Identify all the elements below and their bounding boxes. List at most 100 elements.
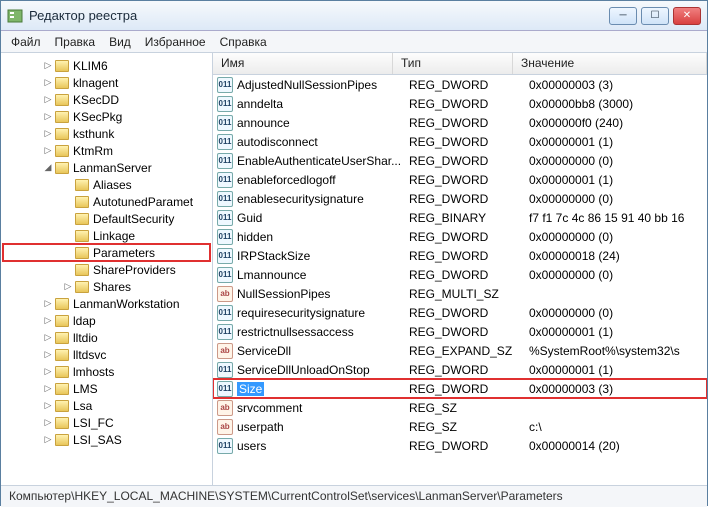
expander-icon[interactable]: ▷ xyxy=(43,129,53,139)
tree-item-klim6[interactable]: ▷KLIM6 xyxy=(3,57,210,74)
expander-icon[interactable] xyxy=(63,248,73,258)
expander-icon[interactable]: ▷ xyxy=(43,78,53,88)
menu-edit[interactable]: Правка xyxy=(55,35,96,49)
expander-icon[interactable] xyxy=(63,231,73,241)
tree-item-lltdsvc[interactable]: ▷lltdsvc xyxy=(3,346,210,363)
tree-item-lltdio[interactable]: ▷ lltdio xyxy=(3,329,210,346)
col-name[interactable]: Имя xyxy=(213,53,393,74)
tree-item-ksecpkg[interactable]: ▷ KSecPkg xyxy=(3,108,210,125)
tree-item-aliases[interactable]: Aliases xyxy=(3,176,210,193)
folder-icon xyxy=(55,434,69,446)
value-row[interactable]: 011ServiceDllUnloadOnStopREG_DWORD0x0000… xyxy=(213,360,707,379)
value-row[interactable]: 011AdjustedNullSessionPipesREG_DWORD0x00… xyxy=(213,75,707,94)
expander-icon[interactable]: ▷ xyxy=(43,316,53,326)
value-row[interactable]: abuserpathREG_SZc:\ xyxy=(213,417,707,436)
value-row[interactable]: 011usersREG_DWORD0x00000014 (20) xyxy=(213,436,707,455)
menu-favorites[interactable]: Избранное xyxy=(145,35,206,49)
tree-item-autotunedparamet[interactable]: AutotunedParamet xyxy=(3,193,210,210)
value-row[interactable]: 011LmannounceREG_DWORD0x00000000 (0) xyxy=(213,265,707,284)
tree-item-ldap[interactable]: ▷ldap xyxy=(3,312,210,329)
value-row[interactable]: 011hiddenREG_DWORD0x00000000 (0) xyxy=(213,227,707,246)
value-type: REG_DWORD xyxy=(409,268,529,282)
expander-icon[interactable]: ▷ xyxy=(43,61,53,71)
menu-help[interactable]: Справка xyxy=(220,35,267,49)
expander-icon[interactable] xyxy=(63,180,73,190)
expander-icon[interactable]: ▷ xyxy=(43,367,53,377)
expander-icon[interactable] xyxy=(63,214,73,224)
tree-panel[interactable]: ▷KLIM6▷klnagent▷KSecDD▷KSecPkg▷ksthunk▷K… xyxy=(1,53,213,485)
tree-label: ksthunk xyxy=(73,127,114,141)
binary-value-icon: 011 xyxy=(217,229,233,245)
expander-icon[interactable]: ▷ xyxy=(43,333,53,343)
list-body[interactable]: 011AdjustedNullSessionPipesREG_DWORD0x00… xyxy=(213,75,707,485)
value-row[interactable]: 011enablesecuritysignatureREG_DWORD0x000… xyxy=(213,189,707,208)
expander-icon[interactable]: ▷ xyxy=(63,282,73,292)
value-row[interactable]: abNullSessionPipesREG_MULTI_SZ xyxy=(213,284,707,303)
value-row[interactable]: 011IRPStackSizeREG_DWORD0x00000018 (24) xyxy=(213,246,707,265)
binary-value-icon: 011 xyxy=(217,305,233,321)
expander-icon[interactable]: ▷ xyxy=(43,418,53,428)
tree-item-lanmanserver[interactable]: ◢LanmanServer xyxy=(3,159,210,176)
value-type: REG_EXPAND_SZ xyxy=(409,344,529,358)
tree-item-lsi_fc[interactable]: ▷LSI_FC xyxy=(3,414,210,431)
value-row[interactable]: 011autodisconnectREG_DWORD0x00000001 (1) xyxy=(213,132,707,151)
value-type: REG_DWORD xyxy=(409,173,529,187)
expander-icon[interactable]: ▷ xyxy=(43,401,53,411)
tree-label: Shares xyxy=(93,280,131,294)
value-row[interactable]: absrvcommentREG_SZ xyxy=(213,398,707,417)
expander-icon[interactable]: ▷ xyxy=(43,384,53,394)
expander-icon[interactable]: ▷ xyxy=(43,299,53,309)
value-name: restrictnullsessaccess xyxy=(237,325,409,339)
tree-item-ktmrm[interactable]: ▷KtmRm xyxy=(3,142,210,159)
expander-icon[interactable]: ▷ xyxy=(43,435,53,445)
value-type: REG_DWORD xyxy=(409,439,529,453)
value-row[interactable]: 011announceREG_DWORD0x000000f0 (240) xyxy=(213,113,707,132)
tree-item-lsi_sas[interactable]: ▷LSI_SAS xyxy=(3,431,210,448)
minimize-button[interactable]: ─ xyxy=(609,7,637,25)
tree-item-lmhosts[interactable]: ▷lmhosts xyxy=(3,363,210,380)
folder-icon xyxy=(75,247,89,259)
value-row[interactable]: 011restrictnullsessaccessREG_DWORD0x0000… xyxy=(213,322,707,341)
expander-icon[interactable] xyxy=(63,197,73,207)
tree-label: ShareProviders xyxy=(93,263,176,277)
value-name: NullSessionPipes xyxy=(237,287,409,301)
titlebar[interactable]: Редактор реестра ─ ☐ ✕ xyxy=(1,1,707,31)
value-data: 0x00000001 (1) xyxy=(529,173,707,187)
expander-icon[interactable]: ▷ xyxy=(43,146,53,156)
menu-file[interactable]: Файл xyxy=(11,35,41,49)
expander-icon[interactable] xyxy=(63,265,73,275)
tree-item-ksthunk[interactable]: ▷ ksthunk xyxy=(3,125,210,142)
menu-view[interactable]: Вид xyxy=(109,35,131,49)
tree-item-parameters[interactable]: Parameters xyxy=(3,244,210,261)
tree-item-defaultsecurity[interactable]: DefaultSecurity xyxy=(3,210,210,227)
tree-item-linkage[interactable]: Linkage xyxy=(3,227,210,244)
tree-item-lsa[interactable]: ▷Lsa xyxy=(3,397,210,414)
tree-item-lanmanworkstation[interactable]: ▷LanmanWorkstation xyxy=(3,295,210,312)
value-row[interactable]: abServiceDllREG_EXPAND_SZ%SystemRoot%\sy… xyxy=(213,341,707,360)
value-row[interactable]: 011requiresecuritysignatureREG_DWORD0x00… xyxy=(213,303,707,322)
value-row[interactable]: 011EnableAuthenticateUserShar...REG_DWOR… xyxy=(213,151,707,170)
tree-label: AutotunedParamet xyxy=(93,195,193,209)
value-row[interactable]: 011GuidREG_BINARYf7 f1 7c 4c 86 15 91 40… xyxy=(213,208,707,227)
tree-item-ksecdd[interactable]: ▷KSecDD xyxy=(3,91,210,108)
tree-item-shareproviders[interactable]: ShareProviders xyxy=(3,261,210,278)
value-row[interactable]: 011anndeltaREG_DWORD0x00000bb8 (3000) xyxy=(213,94,707,113)
maximize-button[interactable]: ☐ xyxy=(641,7,669,25)
expander-icon[interactable]: ▷ xyxy=(43,95,53,105)
col-data[interactable]: Значение xyxy=(513,53,707,74)
tree-item-shares[interactable]: ▷ Shares xyxy=(3,278,210,295)
value-row[interactable]: 011SizeREG_DWORD0x00000003 (3) xyxy=(213,379,707,398)
binary-value-icon: 011 xyxy=(217,210,233,226)
expander-icon[interactable]: ▷ xyxy=(43,350,53,360)
value-row[interactable]: 011enableforcedlogoffREG_DWORD0x00000001… xyxy=(213,170,707,189)
close-button[interactable]: ✕ xyxy=(673,7,701,25)
tree-label: KSecPkg xyxy=(73,110,122,124)
value-type: REG_SZ xyxy=(409,420,529,434)
tree-item-lms[interactable]: ▷LMS xyxy=(3,380,210,397)
expander-icon[interactable]: ◢ xyxy=(43,163,53,173)
expander-icon[interactable]: ▷ xyxy=(43,112,53,122)
col-type[interactable]: Тип xyxy=(393,53,513,74)
value-type: REG_DWORD xyxy=(409,135,529,149)
tree-item-klnagent[interactable]: ▷klnagent xyxy=(3,74,210,91)
tree-label: lltdio xyxy=(73,331,98,345)
